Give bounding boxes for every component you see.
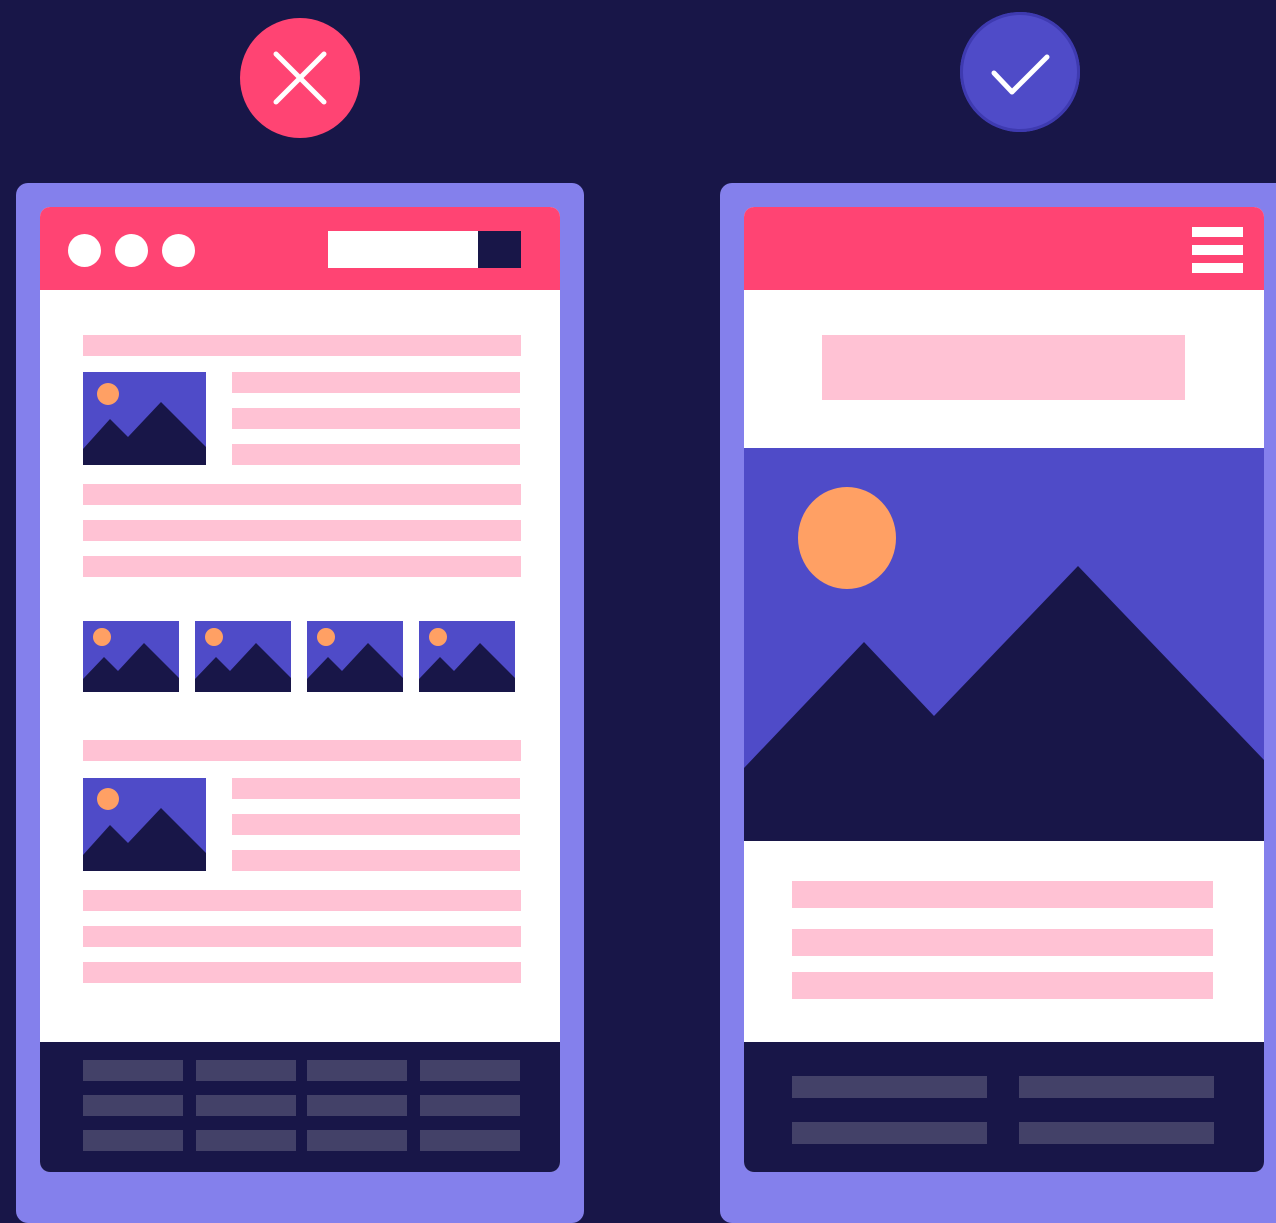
footer-link	[420, 1095, 520, 1116]
text-line	[232, 814, 520, 835]
good-header	[744, 207, 1264, 290]
image-icon	[307, 621, 403, 692]
hamburger-menu-icon	[1192, 227, 1243, 273]
footer-link	[1019, 1076, 1214, 1098]
text-line	[83, 335, 521, 356]
text-line	[232, 444, 520, 465]
search-button	[478, 231, 521, 268]
footer-link	[83, 1060, 183, 1081]
thumbnail-image	[307, 621, 403, 692]
window-dot	[68, 234, 101, 267]
good-example-badge	[960, 12, 1080, 132]
footer-link	[792, 1122, 987, 1144]
image-icon	[83, 621, 179, 692]
text-line	[83, 890, 521, 911]
image-icon	[83, 372, 206, 465]
footer-link	[307, 1130, 407, 1151]
image-icon	[744, 448, 1264, 841]
image-icon	[419, 621, 515, 692]
footer-link	[1019, 1122, 1214, 1144]
footer-link	[196, 1130, 296, 1151]
footer-link	[420, 1130, 520, 1151]
check-icon	[991, 54, 1050, 95]
bad-header	[40, 207, 560, 290]
hero-image	[744, 448, 1264, 841]
image-icon	[83, 778, 206, 871]
text-line	[83, 926, 521, 947]
text-line	[792, 929, 1213, 956]
footer-link	[307, 1095, 407, 1116]
footer-link	[83, 1095, 183, 1116]
image-icon	[195, 621, 291, 692]
thumbnail-image	[419, 621, 515, 692]
text-line	[83, 556, 521, 577]
footer-link	[196, 1060, 296, 1081]
bad-example-screen	[40, 207, 560, 1172]
good-example-screen	[744, 207, 1264, 1172]
image-placeholder	[83, 778, 206, 871]
search-field	[328, 231, 478, 268]
good-footer	[744, 1042, 1264, 1172]
window-dot	[115, 234, 148, 267]
title-placeholder	[822, 335, 1185, 400]
image-placeholder	[83, 372, 206, 465]
text-line	[232, 778, 520, 799]
text-line	[232, 408, 520, 429]
footer-link	[196, 1095, 296, 1116]
text-line	[83, 484, 521, 505]
footer-link	[792, 1076, 987, 1098]
window-dot	[162, 234, 195, 267]
text-line	[83, 740, 521, 761]
close-icon	[273, 51, 327, 105]
text-line	[232, 850, 520, 871]
bad-footer	[40, 1042, 560, 1172]
footer-link	[307, 1060, 407, 1081]
text-line	[83, 962, 521, 983]
thumbnail-image	[195, 621, 291, 692]
text-line	[792, 881, 1213, 908]
text-line	[792, 972, 1213, 999]
text-line	[83, 520, 521, 541]
bad-example-badge	[240, 18, 360, 138]
text-line	[232, 372, 520, 393]
thumbnail-image	[83, 621, 179, 692]
footer-link	[83, 1130, 183, 1151]
footer-link	[420, 1060, 520, 1081]
